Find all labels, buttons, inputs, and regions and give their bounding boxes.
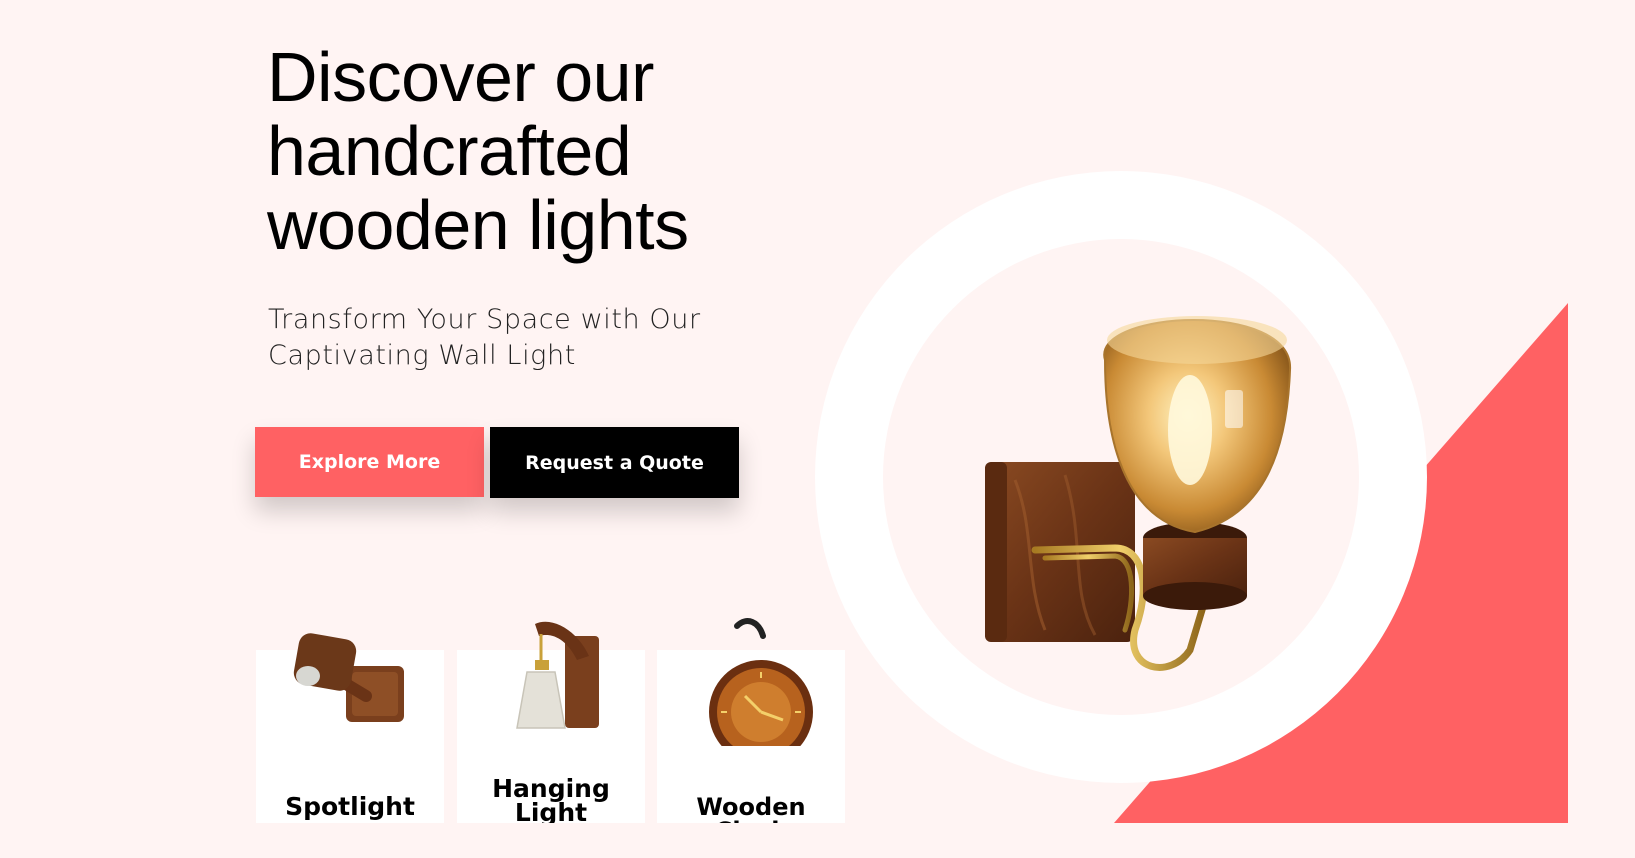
hero-title-line-1: Discover our <box>267 38 654 116</box>
hero-subtitle: Transform Your Space with Our Captivatin… <box>268 302 728 374</box>
category-card-spotlight[interactable]: Spotlight <box>256 633 444 823</box>
category-label-wooden-clock: Wooden Clock <box>696 793 806 823</box>
hero-title-line-2: handcrafted <box>267 112 632 190</box>
wooden-clock-icon <box>709 618 813 746</box>
request-quote-button[interactable]: Request a Quote <box>490 427 739 498</box>
hero-title: Discover our handcrafted wooden lights <box>267 40 827 262</box>
hero-title-line-3: wooden lights <box>267 186 689 264</box>
category-card-wooden-clock[interactable]: Wooden Clock <box>657 618 845 823</box>
hero-subtitle-line-2: Captivating Wall Light <box>268 340 576 371</box>
spotlight-icon <box>293 633 404 722</box>
landing-page: Discover our handcrafted wooden lights T… <box>0 0 1568 823</box>
category-label-hanging-light: Hanging Light <box>492 774 610 823</box>
wall-lamp-image <box>985 316 1292 671</box>
category-label-spotlight: Spotlight <box>285 792 415 821</box>
category-card-hanging-light[interactable]: Hanging Light <box>457 621 645 823</box>
hero-subtitle-line-1: Transform Your Space with Our <box>268 304 701 335</box>
explore-more-button[interactable]: Explore More <box>255 427 484 497</box>
hanging-light-icon <box>516 621 599 729</box>
